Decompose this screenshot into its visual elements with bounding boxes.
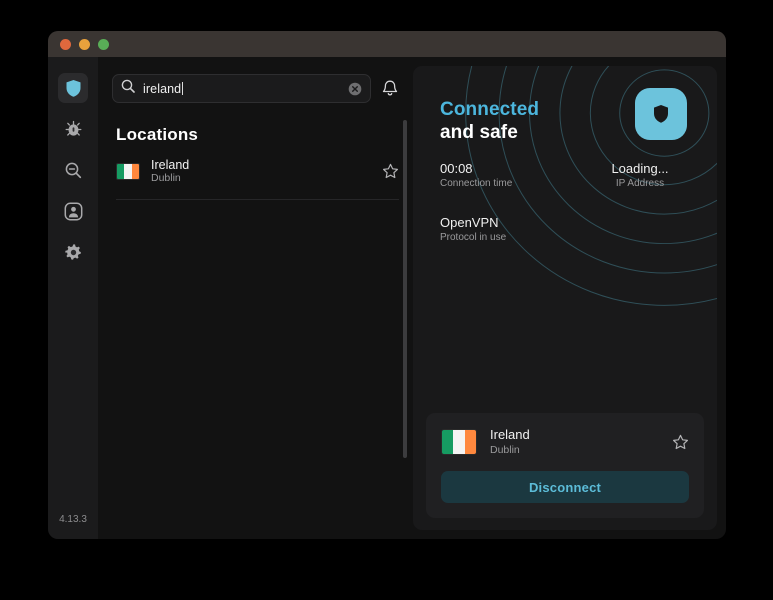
window-body: 4.13.3 ireland Locations Ireland Dublin …: [48, 57, 726, 539]
sidebar-item-tracker-blocker[interactable]: [58, 114, 88, 144]
protocol-metric: OpenVPN Protocol in use: [440, 214, 506, 245]
connection-time-metric: 00:08 Connection time: [440, 160, 512, 191]
locations-scrollbar[interactable]: [403, 120, 407, 458]
search-row: ireland: [98, 57, 413, 103]
ip-address-value: Loading...: [611, 161, 669, 176]
connection-time-value: 00:08: [440, 161, 473, 176]
connection-time-label: Connection time: [440, 178, 513, 189]
card-location-row[interactable]: Ireland Dublin: [441, 427, 689, 457]
gear-icon: [64, 243, 83, 262]
card-location-text: Ireland Dublin: [490, 427, 672, 457]
app-window: 4.13.3 ireland Locations Ireland Dublin …: [48, 31, 726, 539]
current-location-card: Ireland Dublin Disconnect: [426, 413, 704, 518]
search-input[interactable]: ireland: [112, 74, 371, 103]
sidebar-item-search-privacy[interactable]: [58, 155, 88, 185]
status-line-secondary: and safe: [440, 122, 518, 143]
card-city: Dublin: [490, 444, 520, 456]
text-caret: [182, 81, 184, 95]
protocol-value: OpenVPN: [440, 215, 499, 230]
zoom-button[interactable]: [98, 38, 109, 50]
list-item[interactable]: Ireland Dublin: [116, 158, 399, 200]
card-country: Ireland: [490, 427, 530, 442]
shield-icon: [65, 79, 82, 98]
disconnect-button[interactable]: Disconnect: [441, 471, 689, 503]
bug-icon: [64, 120, 83, 139]
search-input-value: ireland: [143, 81, 184, 96]
ireland-flag-icon: [441, 429, 477, 455]
favorite-star-icon[interactable]: [382, 163, 399, 180]
connection-status: Connected and safe: [440, 98, 539, 144]
search-icon: [121, 79, 135, 98]
sidebar-item-settings[interactable]: [58, 237, 88, 267]
desktop-background: 4.13.3 ireland Locations Ireland Dublin …: [0, 0, 773, 600]
locations-heading: Locations: [116, 125, 199, 144]
close-button[interactable]: [60, 38, 71, 50]
traffic-lights: [48, 38, 109, 50]
status-line-primary: Connected: [440, 99, 540, 120]
sidebar-item-account[interactable]: [58, 196, 88, 226]
bell-icon[interactable]: [381, 79, 399, 99]
minimize-button[interactable]: [79, 38, 90, 50]
shield-badge-icon: [635, 88, 687, 140]
window-titlebar[interactable]: [48, 31, 726, 57]
connection-panel: Connected and safe 00:08 Connection time…: [413, 66, 717, 530]
app-version: 4.13.3: [59, 514, 87, 525]
locations-panel: ireland Locations Ireland Dublin: [98, 57, 413, 539]
location-text: Ireland Dublin: [151, 158, 382, 185]
sidebar-item-vpn[interactable]: [58, 73, 88, 103]
sidebar: 4.13.3: [48, 57, 98, 539]
clear-search-icon[interactable]: [348, 82, 362, 96]
locations-list: Ireland Dublin: [98, 145, 413, 200]
protocol-label: Protocol in use: [440, 232, 507, 243]
location-country: Ireland: [151, 158, 190, 172]
ireland-flag-icon: [116, 163, 140, 180]
ip-address-label: IP Address: [615, 178, 665, 189]
person-icon: [64, 202, 83, 221]
location-city: Dublin: [151, 172, 181, 184]
magnifier-minus-icon: [64, 161, 83, 180]
ip-address-metric: Loading... IP Address: [576, 160, 704, 191]
favorite-star-icon[interactable]: [672, 434, 689, 451]
